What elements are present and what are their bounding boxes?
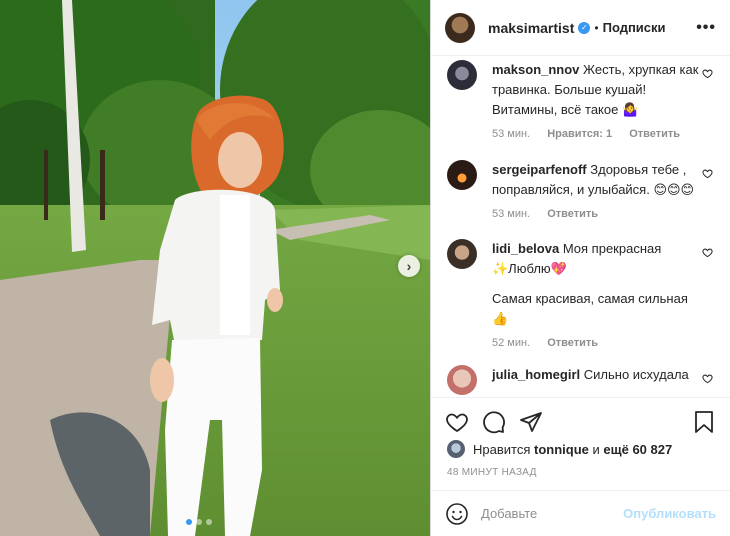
comment-item: lidi_belova Моя прекрасная ✨Люблю💖 Самая… xyxy=(447,239,722,350)
post-actions-bar xyxy=(431,397,730,445)
follow-status-button[interactable]: Подписки xyxy=(603,20,666,35)
carousel-dot xyxy=(196,519,202,525)
comment-meta: 53 мин. Нравится: 1 Ответить xyxy=(492,127,704,141)
comment-meta: 52 мин. Ответить xyxy=(492,336,704,350)
heart-icon[interactable] xyxy=(702,247,713,258)
heart-icon[interactable] xyxy=(445,410,469,434)
bookmark-icon[interactable] xyxy=(692,410,716,434)
heart-icon[interactable] xyxy=(702,68,713,79)
comment-time[interactable]: 53 мин. xyxy=(492,208,530,220)
comment-item: julia_homegirl Сильно исхудала xyxy=(447,365,722,395)
comment-input[interactable] xyxy=(481,506,621,521)
comments-list[interactable]: makson_nnov Жесть, хрупкая как травинка.… xyxy=(431,57,730,397)
comment-text-line2: Самая красивая, самая сильная 👍 xyxy=(492,291,688,326)
carousel-dot-active xyxy=(186,519,192,525)
comment-text: Сильно исхудала xyxy=(583,367,689,382)
carousel-indicator xyxy=(186,519,212,525)
likes-count-link[interactable]: ещё 60 827 xyxy=(603,442,672,457)
instagram-post: › maksimartist ✓ • Подписки ••• makson_n… xyxy=(0,0,730,536)
reply-button[interactable]: Ответить xyxy=(629,128,680,140)
post-photo[interactable]: › xyxy=(0,0,430,536)
heart-icon[interactable] xyxy=(702,168,713,179)
post-sidebar: maksimartist ✓ • Подписки ••• makson_nno… xyxy=(430,0,730,536)
likes-conjunction: и xyxy=(592,441,600,457)
comment-avatar[interactable] xyxy=(447,160,477,190)
verified-badge-icon: ✓ xyxy=(578,21,591,34)
follow-separator: • xyxy=(594,20,599,35)
comment-composer: Опубликовать xyxy=(431,490,730,536)
reply-button[interactable]: Ответить xyxy=(547,208,598,220)
comment-avatar[interactable] xyxy=(447,365,477,395)
likes-prefix: Нравится xyxy=(473,441,531,457)
chevron-right-icon: › xyxy=(406,258,412,274)
comment-item: makson_nnov Жесть, хрупкая как травинка.… xyxy=(447,60,722,141)
heart-icon[interactable] xyxy=(702,373,713,384)
publish-button[interactable]: Опубликовать xyxy=(623,506,716,521)
smiley-icon[interactable] xyxy=(445,502,469,526)
comment-username[interactable]: julia_homegirl xyxy=(492,367,580,382)
photo-illustration xyxy=(0,0,430,536)
reply-button[interactable]: Ответить xyxy=(547,337,598,349)
more-options-icon[interactable]: ••• xyxy=(696,19,716,37)
comment-avatar[interactable] xyxy=(447,60,477,90)
comment-username[interactable]: makson_nnov xyxy=(492,62,579,77)
carousel-dot xyxy=(206,519,212,525)
send-icon[interactable] xyxy=(519,410,543,434)
liker-avatar[interactable] xyxy=(447,440,465,458)
comment-likes-count[interactable]: Нравится: 1 xyxy=(547,128,612,140)
comment-time[interactable]: 52 мин. xyxy=(492,337,530,349)
likes-summary: Нравится tonnique и ещё 60 827 xyxy=(447,440,672,458)
comment-username[interactable]: sergeiparfenoff xyxy=(492,162,587,177)
post-header: maksimartist ✓ • Подписки ••• xyxy=(431,0,730,56)
comment-time[interactable]: 53 мин. xyxy=(492,128,530,140)
comment-meta: 53 мин. Ответить xyxy=(492,207,704,221)
comment-item: sergeiparfenoff Здоровья тебе , поправля… xyxy=(447,160,722,221)
carousel-next-button[interactable]: › xyxy=(398,255,420,277)
comment-username[interactable]: lidi_belova xyxy=(492,241,559,256)
comment-icon[interactable] xyxy=(482,410,506,434)
author-avatar[interactable] xyxy=(445,12,475,43)
liker-username[interactable]: tonnique xyxy=(534,442,589,457)
comment-avatar[interactable] xyxy=(447,239,477,269)
post-timestamp[interactable]: 48 МИНУТ НАЗАД xyxy=(447,467,537,478)
author-username[interactable]: maksimartist xyxy=(488,20,574,36)
